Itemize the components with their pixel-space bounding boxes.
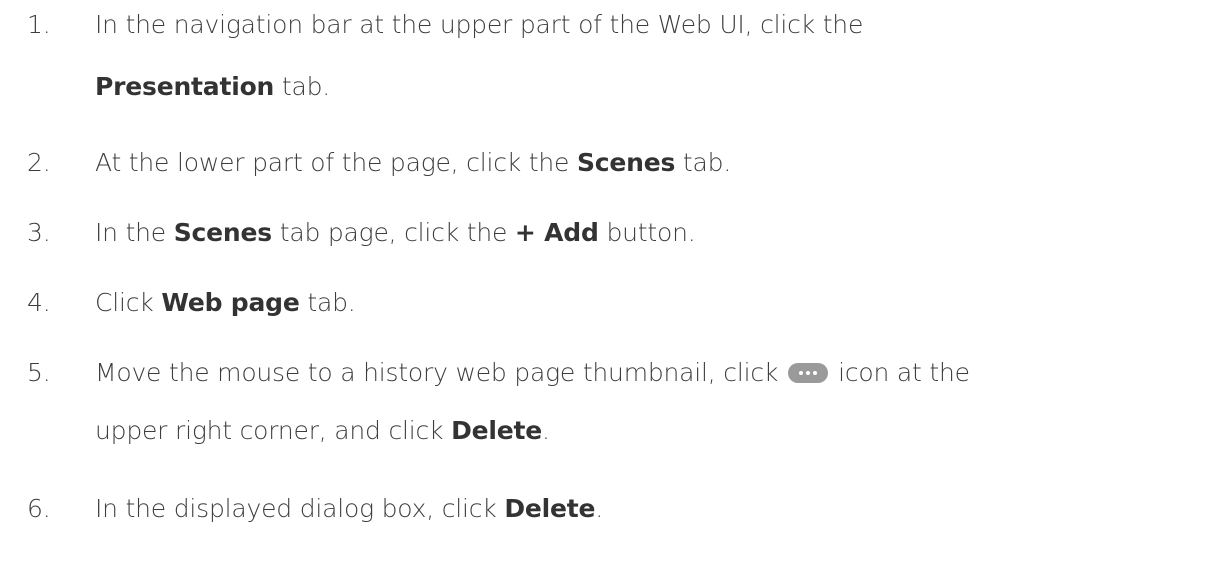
step-number: 3. (27, 218, 51, 247)
step-number: 2. (27, 148, 51, 177)
step-number: 6. (27, 494, 51, 523)
ui-term: Presentation (95, 72, 275, 101)
ui-term: Web page (161, 288, 300, 317)
step-text: In the Scenes tab page, click the + Add … (95, 218, 1205, 247)
step-text-pre: Move the mouse to a history web page thu… (95, 358, 779, 387)
step-text-pre: In the displayed dialog box, click (95, 494, 505, 523)
step-text-mid: icon at the (838, 358, 970, 387)
step-text-tail: tab. (299, 288, 356, 317)
step-text: Click Web page tab. (95, 288, 1205, 317)
step-text-tail: tab. (675, 148, 732, 177)
ui-term: Scenes (576, 148, 676, 177)
step-text-mid: tab page, click the (271, 218, 515, 247)
ui-term: Delete (504, 494, 596, 523)
step-text-tail: . (542, 416, 550, 445)
step-number: 5. (27, 358, 51, 387)
more-icon-dot (806, 371, 811, 375)
ui-term: + Add (514, 218, 599, 247)
ui-term: Scenes (173, 218, 272, 247)
step-text-line2: Presentation tab. (95, 72, 330, 101)
step-text: In the navigation bar at the upper part … (95, 10, 864, 39)
step-text: Move the mouse to a history web page thu… (95, 358, 1205, 387)
step-text-pre: In the (95, 218, 174, 247)
more-icon-dot (813, 371, 818, 375)
more-icon (788, 363, 829, 383)
step-text-pre: At the lower part of the page, click the (95, 148, 577, 177)
step-text-tail: button. (598, 218, 696, 247)
step-text-tail: tab. (274, 72, 331, 101)
ui-term: Delete (451, 416, 543, 445)
step-text-pre: upper right corner, and click (95, 416, 452, 445)
step-text-pre: Click (95, 288, 162, 317)
step-text: In the displayed dialog box, click Delet… (95, 494, 1205, 523)
step-text-tail: . (595, 494, 604, 523)
more-icon-dot (799, 371, 804, 375)
step-number: 4. (27, 288, 51, 317)
step-text: At the lower part of the page, click the… (95, 148, 1205, 177)
step-number: 1. (27, 10, 51, 39)
step-text-line2: upper right corner, and click Delete. (95, 416, 550, 445)
